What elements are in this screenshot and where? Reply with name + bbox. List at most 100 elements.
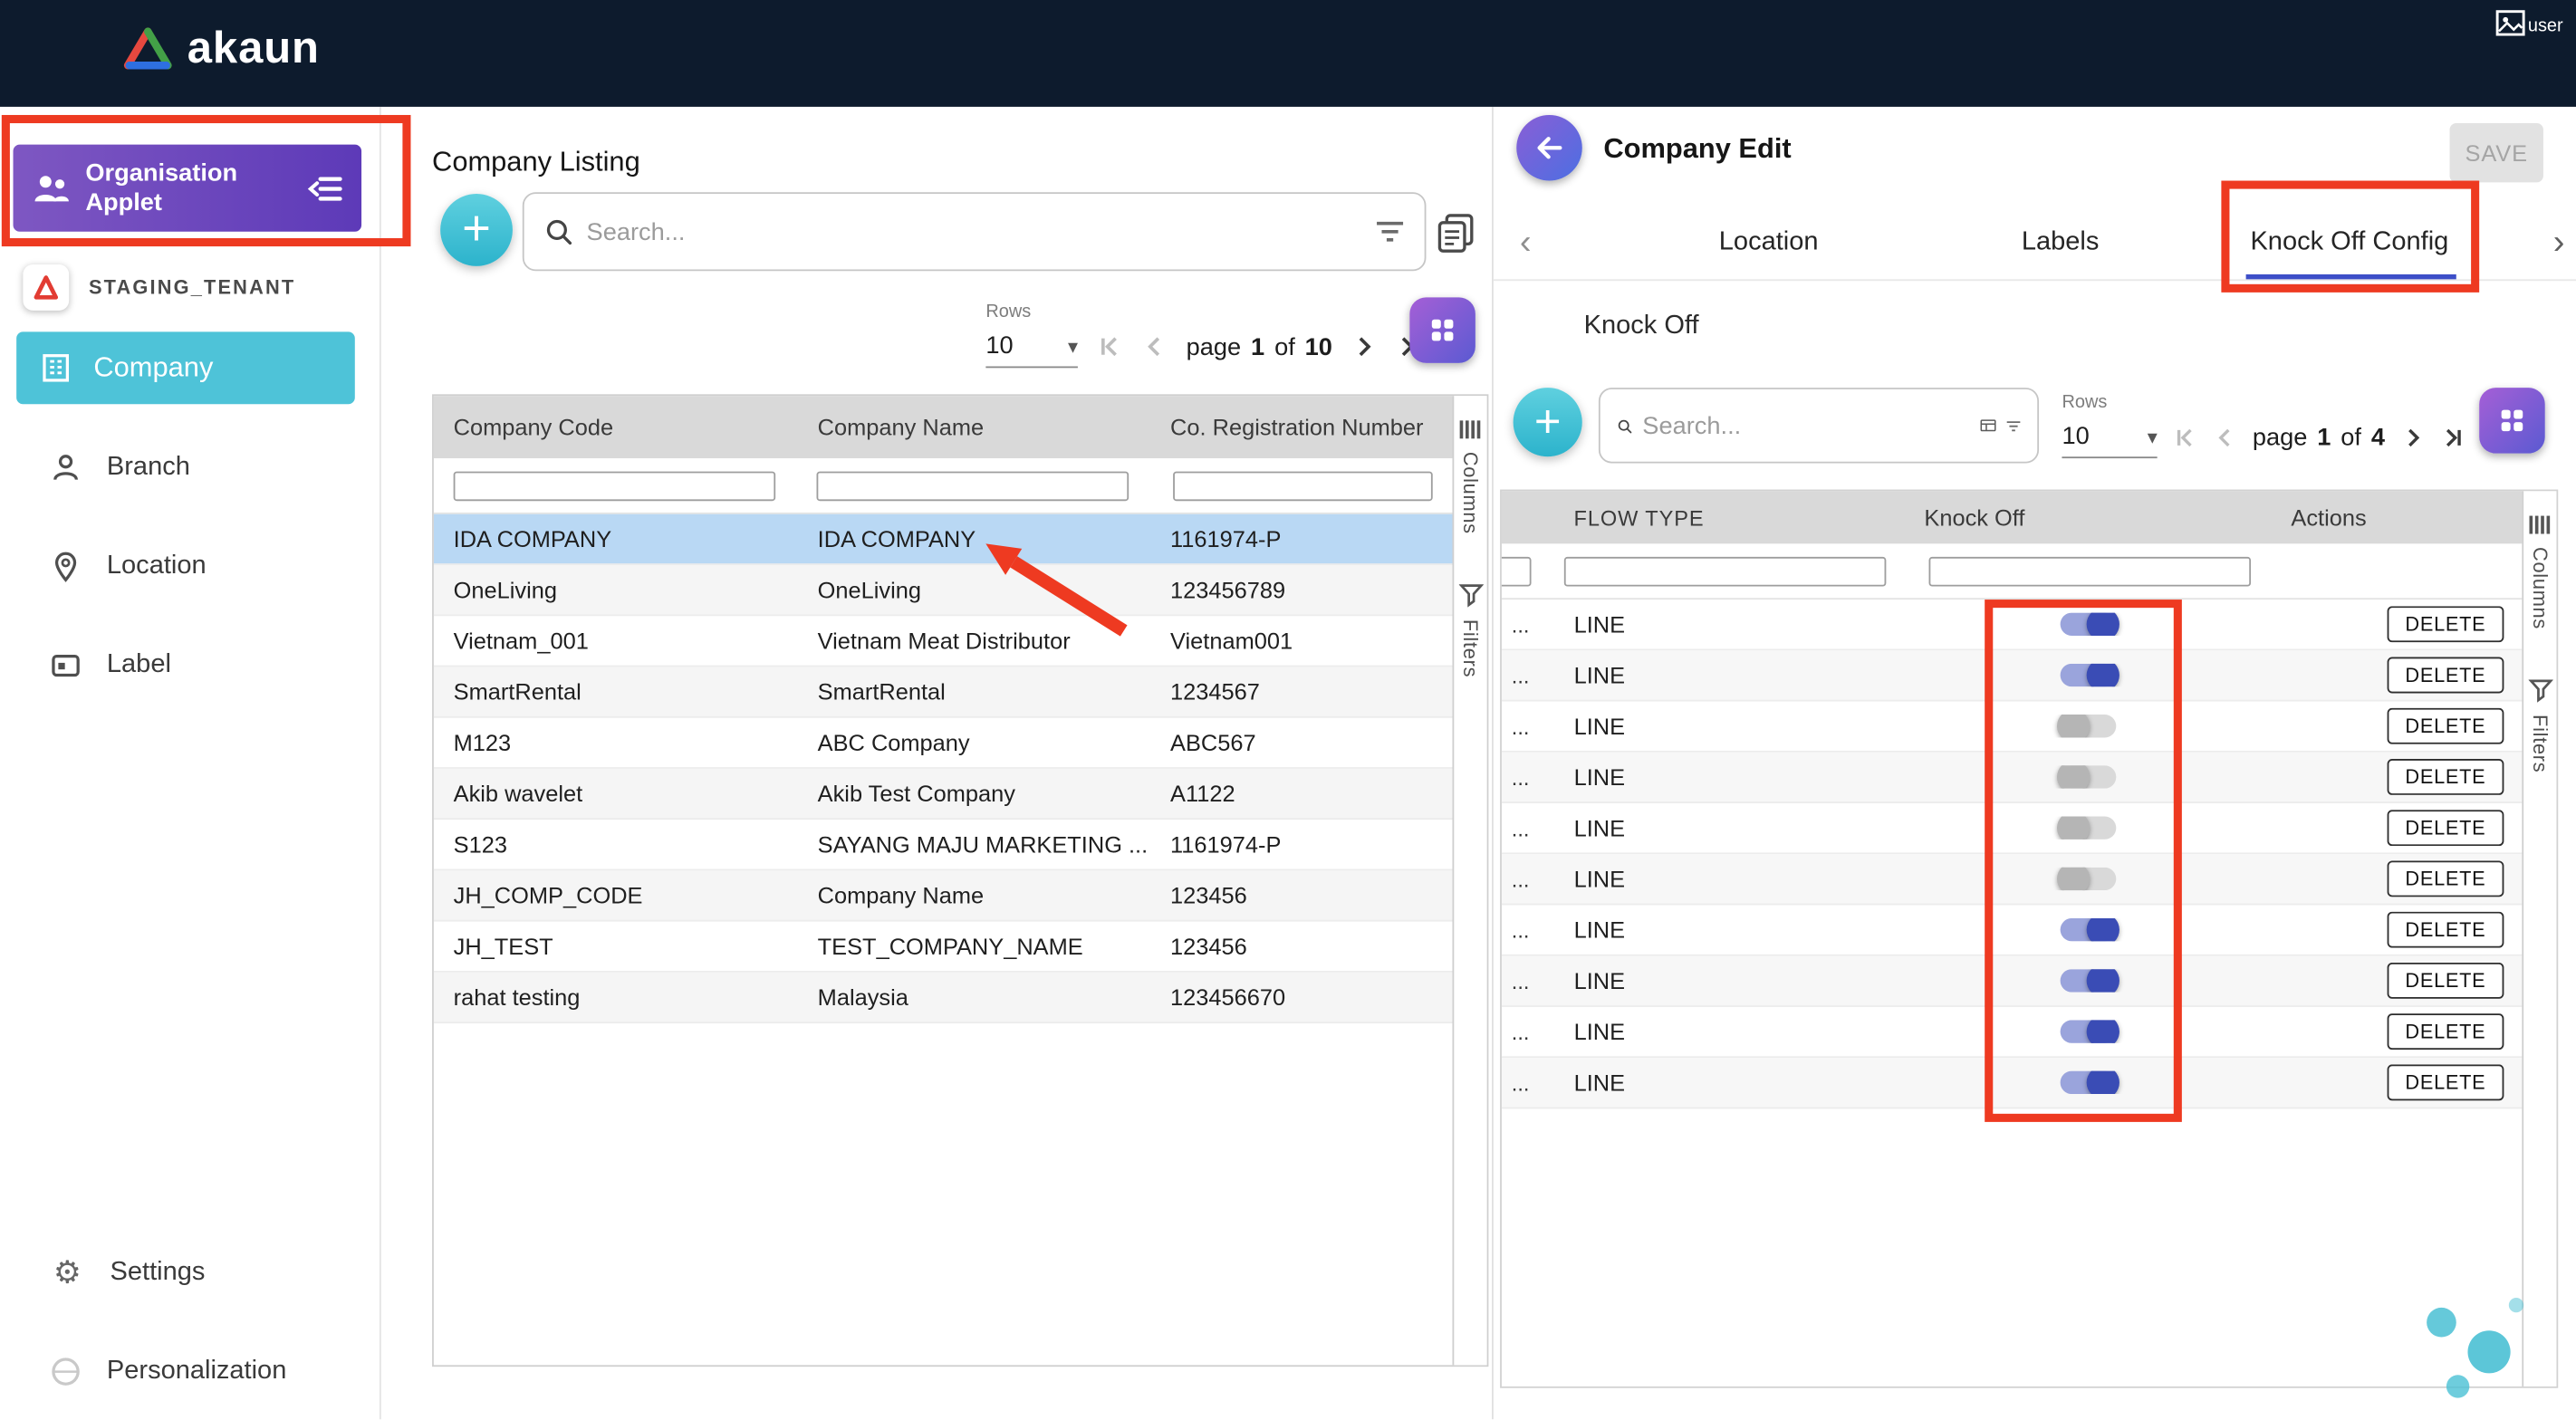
filter-lines-icon[interactable] [2006,415,2021,437]
delete-button[interactable]: DELETE [2387,708,2504,744]
grid-view-button[interactable] [2479,388,2545,454]
company-name-cell: Malaysia [798,984,1150,1011]
columns-icon[interactable] [1459,419,1482,441]
filters-strip-label[interactable]: Filters [2529,715,2552,772]
delete-button[interactable]: DELETE [2387,860,2504,897]
column-header[interactable]: Actions [2268,504,2523,531]
sidebar-item-location[interactable]: Location [0,537,380,596]
prev-page-icon[interactable] [2213,425,2237,449]
filters-strip-label[interactable]: Filters [1459,619,1482,677]
filter-lines-icon[interactable] [1375,220,1405,243]
company-reg-cell: 123456 [1150,933,1452,959]
column-header[interactable]: FLOW TYPE [1551,505,1908,530]
company-row[interactable]: JH_TESTTEST_COMPANY_NAME123456 [434,922,1453,973]
tabs-scroll-left-icon[interactable]: ‹ [1520,206,1532,280]
applet-header[interactable]: Organisation Applet [14,145,362,232]
company-row[interactable]: M123ABC CompanyABC567 [434,718,1453,769]
columns-strip-label[interactable]: Columns [1459,452,1482,534]
delete-button[interactable]: DELETE [2387,1064,2504,1100]
filter-input-flow-type[interactable] [1564,556,1887,586]
company-row[interactable]: rahat testingMalaysia123456670 [434,973,1453,1023]
grid-view-button[interactable] [1409,297,1475,363]
knockoff-toggle[interactable] [2060,817,2116,840]
filter-input-registration[interactable] [1173,471,1433,501]
knockoff-row: ...LINEDELETE [1502,956,2523,1007]
sidebar-item-personalization[interactable]: Personalization [0,1342,380,1401]
delete-button[interactable]: DELETE [2387,963,2504,999]
delete-button[interactable]: DELETE [2387,606,2504,642]
sidebar-item-company[interactable]: Company [16,331,355,404]
tab-location[interactable]: Location [1658,206,1879,280]
knockoff-toggle[interactable] [2060,868,2116,890]
menu-collapse-icon[interactable] [305,170,345,206]
sidebar-item-settings[interactable]: ⚙ Settings [0,1243,380,1302]
delete-button[interactable]: DELETE [2387,912,2504,948]
toggle-knob [2057,765,2090,788]
company-code-cell: OneLiving [434,577,798,603]
company-listing-panel: Company Listing + [381,107,1492,1419]
sidebar-item-label-item[interactable]: Label [0,636,380,695]
tabs-scroll-right-icon[interactable]: › [2553,206,2565,280]
filter-funnel-icon[interactable] [2528,678,2552,703]
decorative-bubble [2509,1298,2523,1312]
knockoff-toggle[interactable] [2060,1071,2116,1094]
last-page-icon[interactable] [2439,425,2464,449]
knockoff-toggle[interactable] [2060,969,2116,992]
knockoff-row: ...LINEDELETE [1502,1007,2523,1058]
filter-input-knock-off[interactable] [1929,556,2252,586]
company-row[interactable]: OneLivingOneLiving123456789 [434,565,1453,616]
filter-input-clipped[interactable] [1502,556,1532,586]
prev-page-icon[interactable] [1142,333,1168,360]
save-button[interactable]: SAVE [2450,123,2543,182]
company-row[interactable]: Vietnam_001Vietnam Meat DistributorVietn… [434,616,1453,667]
brand-logo[interactable]: akaun [123,23,320,73]
rows-per-page-select[interactable]: 10 ▾ [2062,416,2157,458]
filter-funnel-icon[interactable] [1458,583,1483,608]
company-row[interactable]: S123SAYANG MAJU MARKETING ...1161974-P [434,820,1453,870]
toggle-knob [2086,613,2119,636]
table-view-icon[interactable] [1979,412,1996,438]
column-header[interactable]: Company Name [798,414,1150,440]
knockoff-toggle[interactable] [2060,664,2116,686]
knockoff-toggle[interactable] [2060,765,2116,788]
next-page-icon[interactable] [1350,333,1377,360]
company-reg-cell: Vietnam001 [1150,628,1452,654]
knockoff-toggle[interactable] [2060,918,2116,941]
toggle-knob [2057,715,2090,737]
first-page-icon[interactable] [1098,333,1124,360]
tab-labels[interactable]: Labels [1962,206,2159,280]
delete-button[interactable]: DELETE [2387,657,2504,694]
duplicate-view-icon[interactable] [1436,212,1475,254]
column-header[interactable]: Co. Registration Number [1150,414,1452,440]
search-input[interactable] [1642,411,1969,439]
knockoff-toggle[interactable] [2060,715,2116,737]
rows-per-page-select[interactable]: 10 ▾ [985,325,1078,368]
tenant-row[interactable]: STAGING_TENANT [23,264,295,311]
back-button[interactable] [1516,115,1582,181]
add-knockoff-button[interactable]: + [1514,388,1582,456]
search-input[interactable] [587,217,1362,245]
columns-icon[interactable] [2529,514,2552,536]
next-page-icon[interactable] [2399,425,2424,449]
first-page-icon[interactable] [2174,425,2198,449]
column-header[interactable]: Company Code [434,414,798,440]
company-reg-cell: 123456670 [1150,984,1452,1011]
company-row[interactable]: JH_COMP_CODECompany Name123456 [434,870,1453,921]
delete-button[interactable]: DELETE [2387,759,2504,795]
delete-button[interactable]: DELETE [2387,1013,2504,1050]
plus-icon: + [1534,396,1562,448]
filter-input-company-name[interactable] [817,471,1129,501]
filter-input-company-code[interactable] [454,471,776,501]
tab-knock-off-config[interactable]: Knock Off Config [2233,206,2466,280]
columns-strip-label[interactable]: Columns [2529,547,2552,629]
knockoff-toggle[interactable] [2060,1020,2116,1042]
company-row[interactable]: IDA COMPANYIDA COMPANY1161974-P [434,514,1453,565]
company-row[interactable]: SmartRentalSmartRental1234567 [434,667,1453,717]
user-avatar-broken[interactable]: user [2495,10,2563,36]
add-company-button[interactable]: + [440,194,513,266]
knockoff-toggle[interactable] [2060,613,2116,636]
column-header[interactable]: Knock Off [1908,504,2268,531]
company-row[interactable]: Akib waveletAkib Test CompanyA1122 [434,769,1453,820]
delete-button[interactable]: DELETE [2387,810,2504,846]
sidebar-item-branch[interactable]: Branch [0,438,380,497]
